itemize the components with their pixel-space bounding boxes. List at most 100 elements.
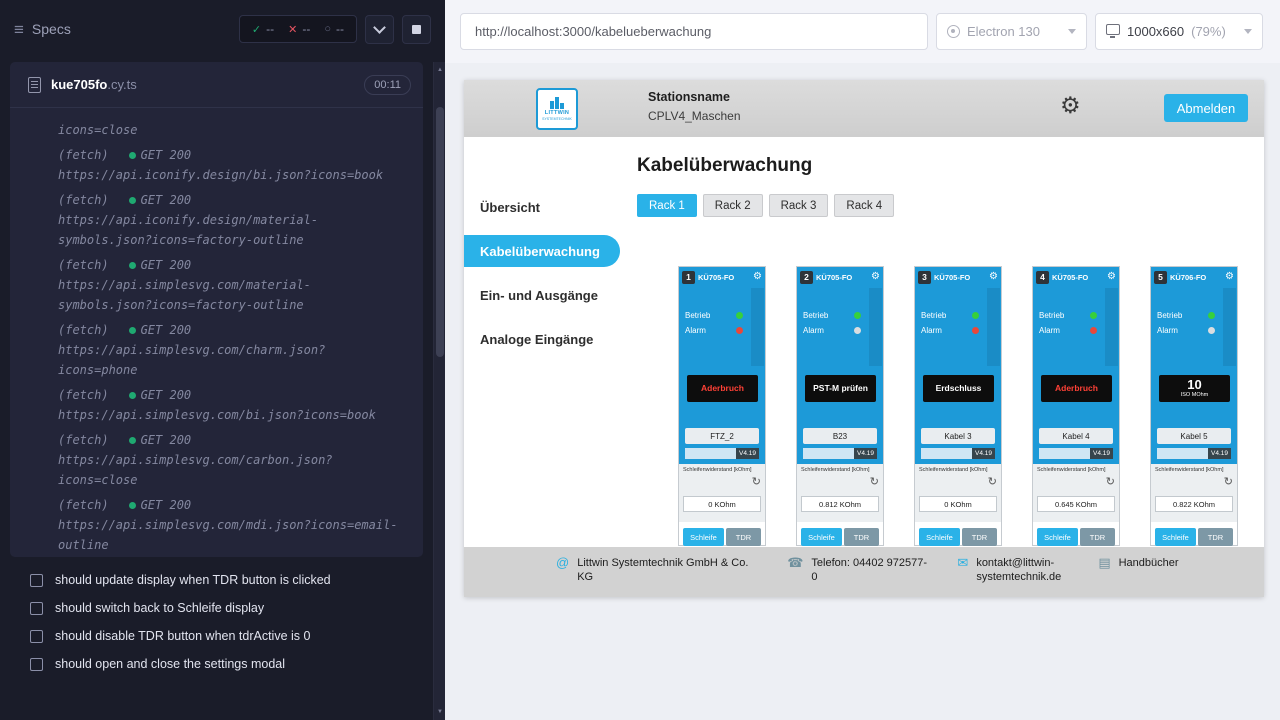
test-row[interactable]: should open and close the settings modal xyxy=(0,650,433,678)
card-buttons: Schleife TDR xyxy=(679,528,765,546)
schleife-button[interactable]: Schleife xyxy=(683,528,724,546)
tdr-button[interactable]: TDR xyxy=(1198,528,1233,546)
firmware-version: V4.19 xyxy=(736,448,759,459)
browser-selector[interactable]: Electron 130 xyxy=(936,13,1087,50)
card-scrollbar[interactable] xyxy=(869,288,882,366)
nav-item[interactable]: Analoge Eingänge xyxy=(464,317,620,361)
log-entry[interactable]: (fetch) GET 200 https://api.simplesvg.co… xyxy=(58,320,407,380)
schleife-button[interactable]: Schleife xyxy=(1155,528,1196,546)
test-title: should open and close the settings modal xyxy=(55,656,285,672)
stop-tests-button[interactable] xyxy=(402,15,431,44)
browser-bar: http://localhost:3000/kabelueberwachung … xyxy=(445,0,1280,63)
tdr-button[interactable]: TDR xyxy=(1080,528,1115,546)
http-status-badge: GET 200 xyxy=(129,430,192,450)
nav-item[interactable]: Kabelüberwachung xyxy=(464,235,620,267)
betrieb-led xyxy=(736,312,743,319)
footer-item[interactable]: ☎ Telefon: 04402 972577-0 xyxy=(787,556,931,597)
card-scrollbar[interactable] xyxy=(987,288,1000,366)
device-gear-icon[interactable]: ⚙ xyxy=(989,272,998,282)
test-checkbox-icon xyxy=(30,574,43,587)
http-status-badge: GET 200 xyxy=(129,145,192,165)
viewport-icon xyxy=(1106,24,1120,35)
fetch-label: (fetch) xyxy=(58,255,109,275)
test-checkbox-icon xyxy=(30,630,43,643)
rack-tab[interactable]: Rack 1 xyxy=(637,194,697,217)
passed-icon: ✓ xyxy=(252,23,261,36)
rack-tab[interactable]: Rack 3 xyxy=(769,194,829,217)
version-row: V4.19 xyxy=(1157,448,1231,459)
device-gear-icon[interactable]: ⚙ xyxy=(753,272,762,282)
measurement-section: Schleifenwiderstand [kOhm] ↻ 0.822 KOhm xyxy=(1151,464,1237,522)
version-row: V4.19 xyxy=(803,448,877,459)
specs-menu-icon[interactable]: ≡ xyxy=(14,21,24,38)
viewport-selector[interactable]: 1000x660 (79%) xyxy=(1095,13,1263,50)
device-gear-icon[interactable]: ⚙ xyxy=(871,272,880,282)
footer-item[interactable]: ▤ Handbücher xyxy=(1098,556,1178,597)
card-buttons: Schleife TDR xyxy=(797,528,883,546)
log-entry[interactable]: (fetch) GET 200 https://api.iconify.desi… xyxy=(58,145,407,185)
refresh-icon[interactable]: ↻ xyxy=(1106,477,1115,488)
device-gear-icon[interactable]: ⚙ xyxy=(1225,272,1234,282)
cable-name-field[interactable]: Kabel 3 xyxy=(921,428,995,444)
log-entry[interactable]: (fetch) GET 200 https://api.simplesvg.co… xyxy=(58,430,407,490)
measurement-section: Schleifenwiderstand [kOhm] ↻ 0.645 KOhm xyxy=(1033,464,1119,522)
log-entry[interactable]: (fetch) GET 200 https://api.simplesvg.co… xyxy=(58,495,407,555)
test-row[interactable]: should switch back to Schleife display xyxy=(0,594,433,622)
tdr-button[interactable]: TDR xyxy=(844,528,879,546)
version-filler xyxy=(1157,448,1208,459)
schleife-button[interactable]: Schleife xyxy=(1037,528,1078,546)
tdr-button[interactable]: TDR xyxy=(726,528,761,546)
card-scrollbar[interactable] xyxy=(1223,288,1236,366)
footer-item[interactable]: ✉ kontakt@littwin-systemtechnik.de xyxy=(957,556,1072,597)
log-entry-head: (fetch) GET 200 xyxy=(58,190,407,210)
logout-button[interactable]: Abmelden xyxy=(1164,94,1248,122)
test-row[interactable]: should disable TDR button when tdrActive… xyxy=(0,622,433,650)
nav-item[interactable]: Ein- und Ausgänge xyxy=(464,273,620,317)
settings-gear-icon[interactable]: ⚙ xyxy=(1060,94,1081,117)
collapse-tests-button[interactable] xyxy=(365,15,394,44)
version-filler xyxy=(921,448,972,459)
version-filler xyxy=(803,448,854,459)
nav-item[interactable]: Übersicht xyxy=(464,185,620,229)
schleife-button[interactable]: Schleife xyxy=(919,528,960,546)
log-entry[interactable]: (fetch) GET 200 https://api.simplesvg.co… xyxy=(58,385,407,425)
rack-tab[interactable]: Rack 2 xyxy=(703,194,763,217)
cable-name-field[interactable]: FTZ_2 xyxy=(685,428,759,444)
url-input[interactable]: http://localhost:3000/kabelueberwachung xyxy=(460,13,928,50)
phone-icon: ☎ xyxy=(787,556,803,570)
tdr-button[interactable]: TDR xyxy=(962,528,997,546)
refresh-icon[interactable]: ↻ xyxy=(988,477,997,488)
footer-item[interactable]: @ Littwin Systemtechnik GmbH & Co. KG xyxy=(556,556,761,597)
cable-name-field[interactable]: B23 xyxy=(803,428,877,444)
log-entry[interactable]: (fetch) GET 200 https://api.iconify.desi… xyxy=(58,190,407,250)
cable-name-field[interactable]: Kabel 4 xyxy=(1039,428,1113,444)
request-url: https://api.simplesvg.com/carbon.json?ic… xyxy=(58,450,399,490)
test-title: should disable TDR button when tdrActive… xyxy=(55,628,310,644)
test-stats[interactable]: ✓-- ✕-- ○-- xyxy=(239,15,357,43)
http-status-badge: GET 200 xyxy=(129,495,192,515)
log-entry[interactable]: (fetch) GET 200 https://api.simplesvg.co… xyxy=(58,255,407,315)
test-title: should update display when TDR button is… xyxy=(55,572,331,588)
scrollbar-thumb[interactable] xyxy=(436,107,444,357)
log-entry-head: (fetch) GET 200 xyxy=(58,495,407,515)
refresh-icon[interactable]: ↻ xyxy=(870,477,879,488)
log-entry[interactable]: icons=close xyxy=(58,120,407,140)
cable-name-field[interactable]: Kabel 5 xyxy=(1157,428,1231,444)
refresh-icon[interactable]: ↻ xyxy=(752,477,761,488)
device-model: KÜ705-FO xyxy=(934,273,970,282)
device-model: KÜ706-FO xyxy=(1170,273,1206,282)
main-content: Kabelüberwachung Rack 1 Rack 2 Rack 3 Ra… xyxy=(620,137,1264,597)
spec-file-row[interactable]: kue705fo.cy.ts 00:11 xyxy=(10,62,423,108)
alarm-led xyxy=(1090,327,1097,334)
http-status-badge: GET 200 xyxy=(129,255,192,275)
rack-tab[interactable]: Rack 4 xyxy=(834,194,894,217)
schleife-button[interactable]: Schleife xyxy=(801,528,842,546)
test-row[interactable]: should update display when TDR button is… xyxy=(0,566,433,594)
card-scrollbar[interactable] xyxy=(1105,288,1118,366)
measurement-label: Schleifenwiderstand [kOhm] xyxy=(1155,467,1233,473)
measurement-label: Schleifenwiderstand [kOhm] xyxy=(919,467,997,473)
request-url: https://api.simplesvg.com/material-symbo… xyxy=(58,275,399,315)
refresh-icon[interactable]: ↻ xyxy=(1224,477,1233,488)
device-gear-icon[interactable]: ⚙ xyxy=(1107,272,1116,282)
card-scrollbar[interactable] xyxy=(751,288,764,366)
